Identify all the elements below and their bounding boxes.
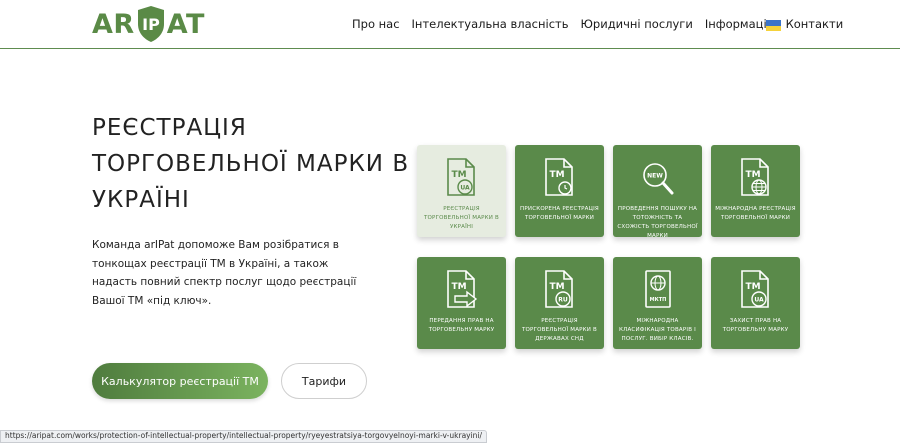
tm-ua-protect-icon: TM UA — [741, 270, 769, 308]
logo-text-left: AR — [92, 8, 135, 40]
service-card-label: Реєстрація торговельної марки в державах… — [521, 318, 598, 342]
svg-text:TM: TM — [745, 282, 760, 292]
nav-information[interactable]: Інформація — [705, 17, 774, 31]
service-card-cis[interactable]: TM RU Реєстрація торговельної марки в де… — [515, 257, 604, 349]
logo-text-right: AT — [166, 8, 205, 40]
service-card-label: Прискорена реєстрація торговельної марки — [520, 206, 599, 221]
link-status-url: https://aripat.com/works/protection-of-i… — [0, 430, 488, 443]
tariffs-button[interactable]: Тарифи — [281, 363, 367, 399]
svg-text:TM: TM — [549, 170, 564, 180]
hero-title-line: РЕЄСТРАЦІЯ — [92, 115, 247, 141]
svg-text:UA: UA — [460, 185, 470, 192]
service-card-label: Захист прав на торговельну марку — [722, 318, 789, 333]
nav-contacts[interactable]: Контакти — [786, 17, 844, 31]
tm-ru-icon: TM RU — [545, 270, 573, 308]
service-card-label: Міжнародна класифікація товарів і послуг… — [619, 318, 696, 342]
svg-text:TM: TM — [745, 170, 760, 180]
mktp-globe-icon: МКТП — [645, 270, 671, 308]
service-card-search[interactable]: NEW Проведення пошуку на тотожність та с… — [613, 145, 702, 239]
svg-text:TM: TM — [451, 170, 466, 180]
service-card-express[interactable]: TM Прискорена реєстрація торговельної ма… — [515, 145, 604, 237]
service-card-classification[interactable]: МКТП Міжнародна класифікація товарів і п… — [613, 257, 702, 349]
nav-intellectual-property[interactable]: Інтелектуальна власність — [412, 17, 569, 31]
tm-timer-icon: TM — [545, 158, 573, 196]
calculator-button[interactable]: Калькулятор реєстрації ТМ — [92, 363, 268, 399]
service-card-label: Передання прав на торговельну марку — [428, 318, 495, 333]
nav-legal-services[interactable]: Юридичні послуги — [581, 17, 693, 31]
ukraine-flag-icon[interactable] — [766, 20, 781, 31]
service-card-international[interactable]: TM Міжнародна реєстрація торговельної ма… — [711, 145, 800, 237]
svg-text:RU: RU — [558, 297, 568, 304]
svg-text:NEW: NEW — [647, 173, 663, 180]
service-card-label: Проведення пошуку на тотожність та схожі… — [617, 206, 698, 239]
tm-ua-icon: TM UA — [447, 158, 475, 196]
new-search-icon: NEW — [643, 163, 674, 195]
hero-description: Команда arIPat допоможе Вам розібратися … — [92, 239, 357, 307]
service-card-protection[interactable]: TM UA Захист прав на торговельну марку — [711, 257, 800, 349]
tm-transfer-icon: TM — [447, 270, 478, 308]
svg-text:TM: TM — [451, 282, 466, 292]
hero-title-line: ТОРГОВЕЛЬНОЇ МАРКИ В — [92, 151, 410, 177]
aripat-logo[interactable]: AR IP AT — [92, 4, 205, 44]
site-header: AR IP AT Про нас Інтелектуальна власніст… — [0, 0, 900, 49]
service-card-label: Міжнародна реєстрація торговельної марки — [715, 206, 796, 221]
nav-about[interactable]: Про нас — [352, 17, 400, 31]
hero-title-line: УКРАЇНІ — [92, 187, 190, 213]
svg-text:МКТП: МКТП — [650, 297, 667, 303]
tm-globe-icon: TM — [741, 158, 769, 196]
logo-text-mid: IP — [142, 15, 160, 34]
svg-text:UA: UA — [754, 297, 764, 304]
service-card-registration-ua[interactable]: TM UA Реєстрація торговельної марки в Ук… — [417, 145, 506, 237]
svg-text:TM: TM — [549, 282, 564, 292]
logo-shield-icon: IP — [137, 6, 164, 42]
hero-title: РЕЄСТРАЦІЯ ТОРГОВЕЛЬНОЇ МАРКИ В УКРАЇНІ — [92, 110, 410, 218]
service-card-transfer[interactable]: TM Передання прав на торговельну марку — [417, 257, 506, 349]
service-card-label: Реєстрація торговельної марки в Україні — [423, 206, 500, 230]
